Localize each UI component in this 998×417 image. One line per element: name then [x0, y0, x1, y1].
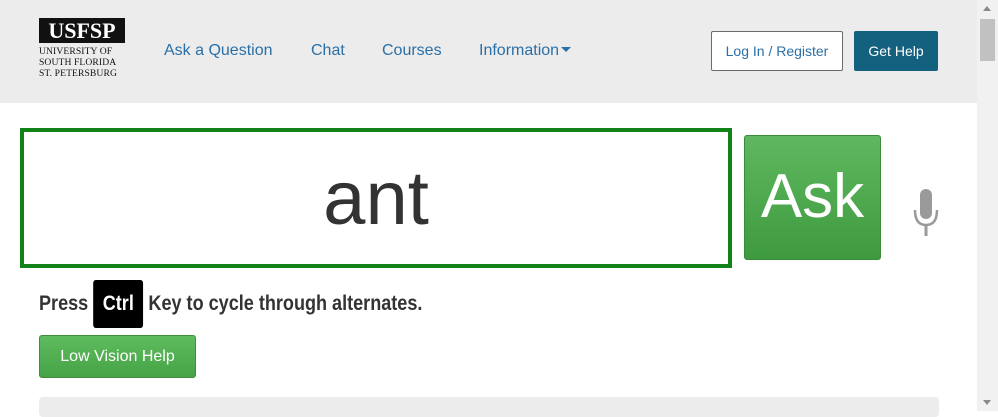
microphone-icon[interactable]	[912, 188, 940, 238]
content-panel	[39, 397, 939, 417]
logo-line-3: ST. PETERSBURG	[39, 68, 117, 79]
nav-courses[interactable]: Courses	[382, 40, 442, 62]
ask-button[interactable]: Ask	[744, 135, 881, 260]
usfsp-logo[interactable]: USFSP UNIVERSITY OF SOUTH FLORIDA ST. PE…	[39, 18, 127, 79]
nav-ask-a-question[interactable]: Ask a Question	[164, 40, 273, 62]
logo-mark: USFSP	[39, 18, 125, 43]
logo-line-2: SOUTH FLORIDA	[39, 57, 117, 68]
scroll-up-arrow-icon[interactable]	[983, 6, 991, 11]
vertical-scrollbar[interactable]	[977, 0, 998, 411]
logo-line-1: UNIVERSITY OF	[39, 46, 113, 57]
scroll-down-arrow-icon[interactable]	[983, 400, 991, 405]
get-help-button[interactable]: Get Help	[854, 31, 938, 71]
question-input[interactable]	[20, 128, 732, 268]
scrollbar-thumb[interactable]	[980, 19, 995, 61]
hint-press-text: Press	[39, 292, 89, 315]
low-vision-help-button[interactable]: Low Vision Help	[39, 335, 196, 378]
caret-down-icon	[561, 47, 572, 53]
login-register-button[interactable]: Log In / Register	[711, 31, 843, 71]
ctrl-hint: Press Ctrl Key to cycle through alternates…	[39, 280, 422, 328]
ctrl-key-badge: Ctrl	[93, 280, 144, 328]
nav-information-label: Information	[479, 42, 560, 59]
hint-after-text: Key to cycle through alternates.	[148, 292, 423, 315]
nav-chat[interactable]: Chat	[311, 40, 345, 62]
site-header: USFSP UNIVERSITY OF SOUTH FLORIDA ST. PE…	[0, 0, 977, 103]
nav-information-dropdown[interactable]: Information	[479, 40, 572, 62]
